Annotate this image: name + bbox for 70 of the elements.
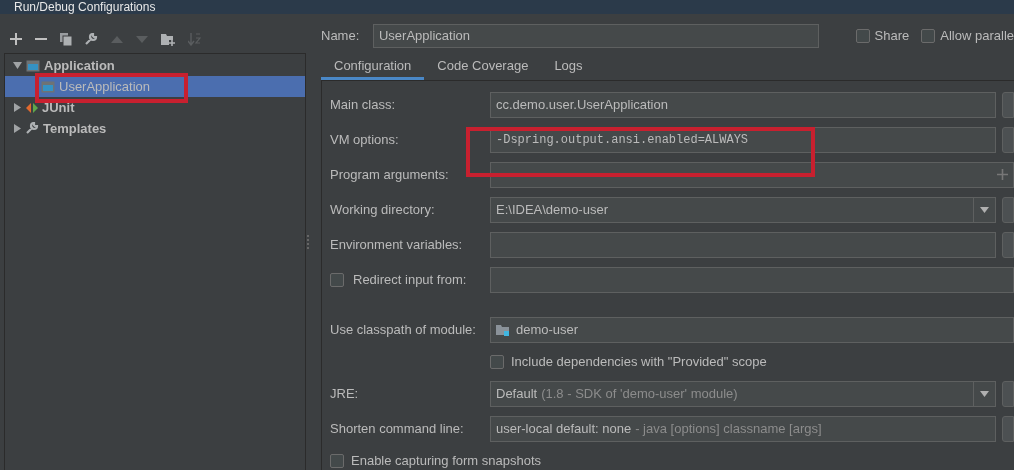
field-label: Working directory: bbox=[330, 200, 435, 219]
input-field[interactable]: cc.demo.user.UserApplication bbox=[490, 91, 996, 118]
field-label: Program arguments: bbox=[330, 165, 449, 184]
folder-icon bbox=[496, 323, 510, 336]
field-label: Use classpath of module: bbox=[330, 320, 476, 339]
field-value: Default bbox=[496, 384, 538, 403]
field-label: Shorten command line: bbox=[330, 419, 464, 438]
checkbox-label: Include dependencies with "Provided" scope bbox=[511, 352, 767, 371]
input-field[interactable] bbox=[490, 231, 996, 258]
tree-label: JUnit bbox=[42, 98, 75, 117]
wrench-icon bbox=[85, 32, 98, 46]
field-label: Main class: bbox=[330, 95, 396, 114]
field-value: user-local default: none bbox=[496, 419, 632, 438]
tree-item[interactable]: Templates bbox=[5, 118, 305, 139]
tree-label: UserApplication bbox=[59, 77, 151, 96]
field-detail: (1.8 - SDK of 'demo-user' module) bbox=[541, 384, 738, 403]
checkbox[interactable] bbox=[330, 272, 344, 287]
window-icon bbox=[41, 80, 55, 93]
field-label: Environment variables: bbox=[330, 235, 463, 254]
side-button[interactable] bbox=[1002, 231, 1014, 258]
name-field[interactable]: UserApplication bbox=[372, 24, 819, 48]
dropdown-field[interactable]: demo-user bbox=[490, 316, 1014, 343]
expanded-arrow-icon[interactable] bbox=[13, 61, 22, 70]
dropdown-field[interactable]: E:\IDEA\demo-user bbox=[490, 196, 996, 223]
side-button[interactable] bbox=[1002, 91, 1014, 118]
side-button[interactable] bbox=[1002, 415, 1014, 442]
copy-icon[interactable] bbox=[60, 32, 72, 46]
down-arrow-icon[interactable] bbox=[136, 35, 148, 43]
add-icon[interactable] bbox=[10, 33, 22, 45]
checkbox-label: Share bbox=[874, 27, 910, 46]
name-label: Name: bbox=[321, 27, 361, 46]
up-arrow-icon[interactable] bbox=[111, 35, 123, 43]
field-label: Redirect input from: bbox=[353, 270, 467, 289]
input-field[interactable] bbox=[490, 266, 1014, 293]
checkbox-label: Allow paralle bbox=[940, 27, 1014, 46]
tree-label: Templates bbox=[43, 119, 107, 138]
checkbox[interactable] bbox=[490, 354, 504, 369]
tree-item[interactable]: Application bbox=[5, 55, 305, 76]
field-value: demo-user bbox=[516, 320, 579, 339]
field-value: cc.demo.user.UserApplication bbox=[496, 95, 668, 114]
window-title: Run/Debug Configurations bbox=[14, 1, 156, 13]
side-button[interactable] bbox=[1002, 126, 1014, 153]
collapsed-arrow-icon[interactable] bbox=[13, 124, 22, 133]
new-folder-icon[interactable] bbox=[161, 32, 175, 46]
tree-item[interactable]: UserApplication bbox=[5, 76, 305, 97]
tab[interactable]: Logs bbox=[541, 54, 596, 80]
input-field[interactable] bbox=[490, 161, 1014, 188]
diamond-icon bbox=[26, 101, 38, 114]
collapsed-arrow-icon[interactable] bbox=[13, 103, 22, 112]
checkbox[interactable] bbox=[330, 454, 344, 468]
checkbox[interactable] bbox=[921, 29, 936, 43]
tab[interactable]: Code Coverage bbox=[424, 54, 542, 80]
dropdown-field[interactable]: Default (1.8 - SDK of 'demo-user' module) bbox=[490, 380, 996, 407]
tree-label: Application bbox=[44, 56, 115, 75]
input-field[interactable]: user-local default: none - java [options] classname [args] bbox=[490, 415, 996, 442]
checkbox[interactable] bbox=[855, 29, 870, 43]
field-value: -Dspring.output.ansi.enabled=ALWAYS bbox=[496, 131, 749, 149]
tab[interactable]: Configuration bbox=[321, 54, 425, 80]
side-button[interactable] bbox=[1002, 380, 1014, 407]
field-detail: - java [options] classname [args] bbox=[635, 419, 822, 438]
window-icon bbox=[26, 59, 40, 72]
sort-icon[interactable] bbox=[188, 32, 201, 46]
plus-icon[interactable] bbox=[997, 169, 1008, 180]
field-label: VM options: bbox=[330, 130, 399, 149]
tree-item[interactable]: JUnit bbox=[5, 97, 305, 118]
wrench-icon bbox=[26, 122, 39, 135]
field-label: JRE: bbox=[330, 384, 359, 403]
checkbox-label: Enable capturing form snapshots bbox=[351, 452, 542, 470]
field-value: E:\IDEA\demo-user bbox=[496, 200, 608, 219]
side-button[interactable] bbox=[1002, 196, 1014, 223]
